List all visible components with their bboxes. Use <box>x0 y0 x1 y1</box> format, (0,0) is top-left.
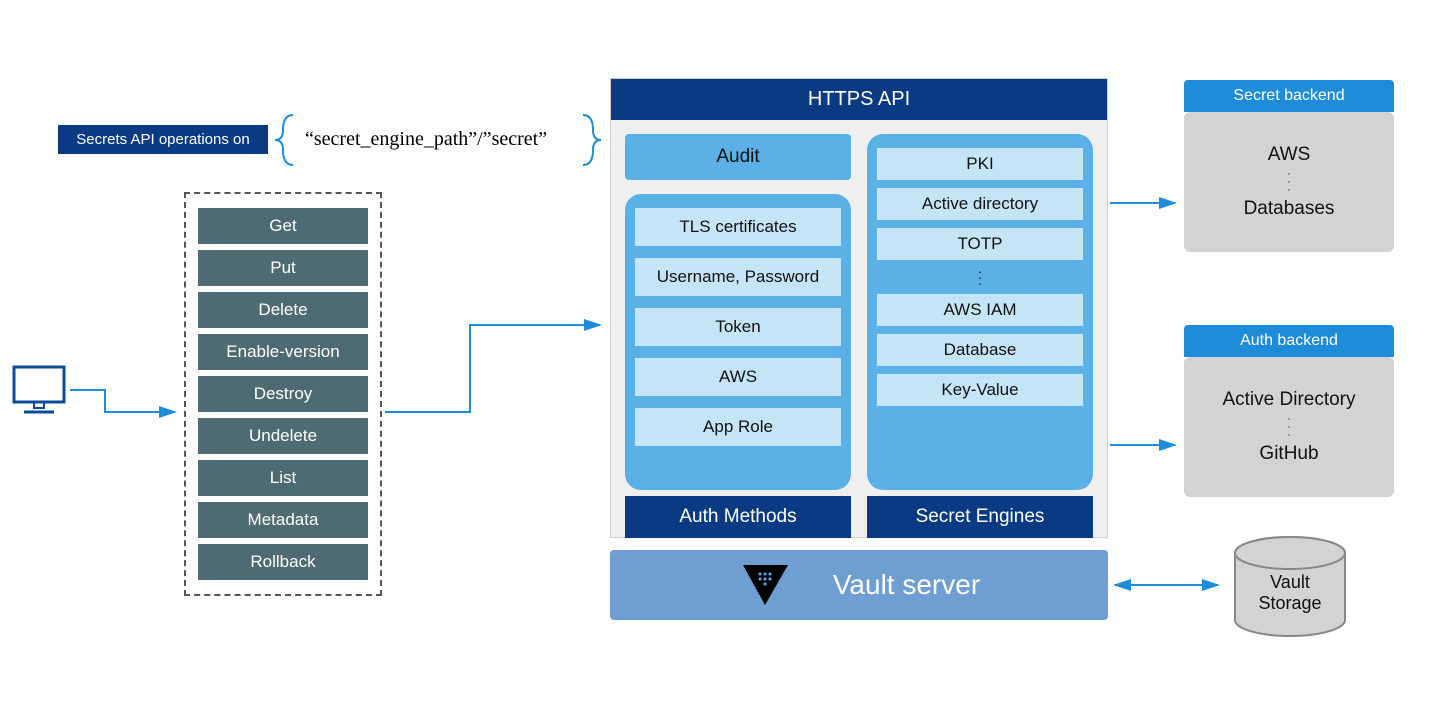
api-main-box: HTTPS API Audit TLS certificates Usernam… <box>610 78 1108 538</box>
vault-storage-line1: Vault <box>1225 572 1355 593</box>
brace-icon <box>273 110 303 170</box>
se-totp: TOTP <box>877 228 1083 260</box>
vault-storage-label: Vault Storage <box>1225 572 1355 614</box>
vault-storage-line2: Storage <box>1225 593 1355 614</box>
se-ad: Active directory <box>877 188 1083 220</box>
https-api-header: HTTPS API <box>611 79 1107 120</box>
audit-box: Audit <box>625 134 851 180</box>
secret-backend-aws: AWS <box>1184 144 1394 166</box>
path-text: “secret_engine_path”/”secret” <box>305 128 547 151</box>
vault-server-box: Vault server <box>610 550 1108 620</box>
operations-container: Get Put Delete Enable-version Destroy Un… <box>184 192 382 596</box>
op-list: List <box>198 460 368 496</box>
monitor-icon <box>9 362 69 417</box>
op-get: Get <box>198 208 368 244</box>
se-database: Database <box>877 334 1083 366</box>
auth-userpass: Username, Password <box>635 258 841 296</box>
secret-backend-title: Secret backend <box>1184 80 1394 112</box>
secret-engines-panel: PKI Active directory TOTP ··· AWS IAM Da… <box>867 134 1093 490</box>
auth-methods-panel: TLS certificates Username, Password Toke… <box>625 194 851 490</box>
secret-backend-db: Databases <box>1184 198 1394 220</box>
dots-icon: ··· <box>1184 415 1394 439</box>
dots-icon: ··· <box>1184 170 1394 194</box>
auth-tls: TLS certificates <box>635 208 841 246</box>
vault-logo-icon <box>738 560 793 610</box>
auth-token: Token <box>635 308 841 346</box>
auth-aws: AWS <box>635 358 841 396</box>
op-undelete: Undelete <box>198 418 368 454</box>
brace-close-icon <box>575 110 605 170</box>
se-awsiam: AWS IAM <box>877 294 1083 326</box>
op-enable-version: Enable-version <box>198 334 368 370</box>
auth-methods-label: Auth Methods <box>625 496 851 538</box>
auth-approle: App Role <box>635 408 841 446</box>
vault-server-label: Vault server <box>833 569 980 601</box>
op-destroy: Destroy <box>198 376 368 412</box>
auth-backend-box: Auth backend Active Directory ··· GitHub <box>1184 325 1394 497</box>
secret-engines-label: Secret Engines <box>867 496 1093 538</box>
auth-backend-title: Auth backend <box>1184 325 1394 357</box>
op-put: Put <box>198 250 368 286</box>
op-rollback: Rollback <box>198 544 368 580</box>
se-kv: Key-Value <box>877 374 1083 406</box>
auth-backend-ad: Active Directory <box>1184 389 1394 411</box>
op-metadata: Metadata <box>198 502 368 538</box>
auth-backend-github: GitHub <box>1184 443 1394 465</box>
op-delete: Delete <box>198 292 368 328</box>
dots-icon: ··· <box>877 268 1083 286</box>
se-pki: PKI <box>877 148 1083 180</box>
secrets-api-label: Secrets API operations on <box>58 125 268 154</box>
secret-backend-box: Secret backend AWS ··· Databases <box>1184 80 1394 252</box>
